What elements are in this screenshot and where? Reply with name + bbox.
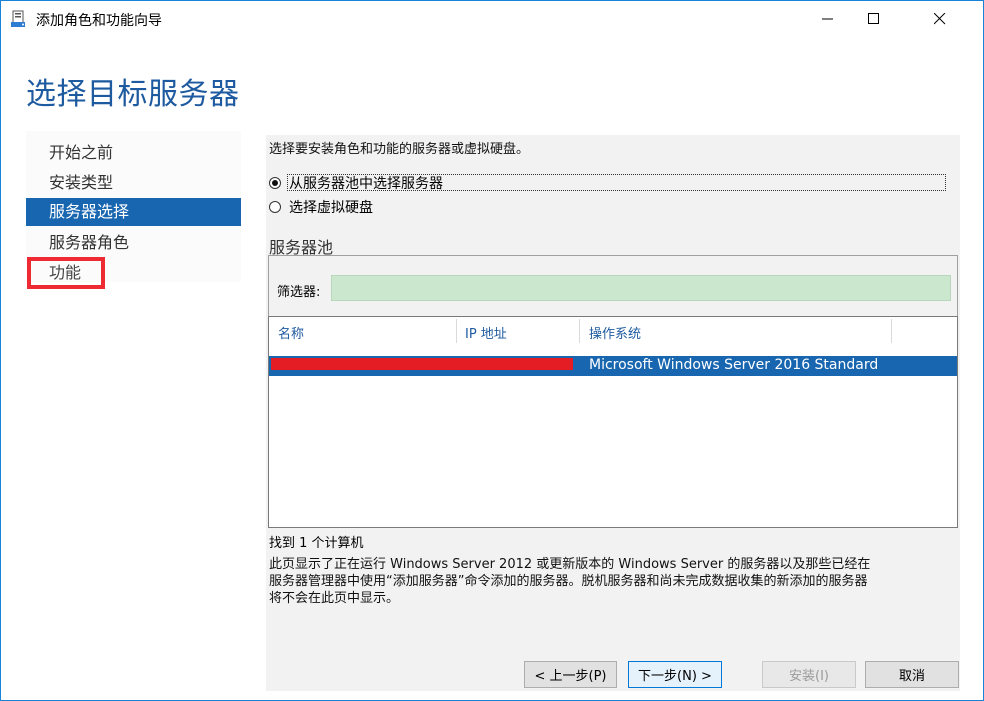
note-line: 将不会在此页中显示。 [269, 591, 400, 606]
radio-server-pool-label[interactable]: 从服务器池中选择服务器 [289, 173, 443, 193]
radio-unchecked-icon[interactable] [269, 201, 281, 213]
install-button[interactable]: 安装(I) [762, 661, 856, 688]
nav-item-server-roles[interactable]: 服务器角色 [26, 229, 241, 257]
column-header-name[interactable]: 名称 [278, 323, 304, 342]
cancel-button[interactable]: 取消 [865, 661, 959, 688]
column-separator[interactable] [456, 319, 457, 343]
radio-vhd[interactable]: 选择虚拟硬盘 [269, 197, 373, 217]
close-button[interactable] [917, 1, 963, 37]
title-bar[interactable]: 添加角色和功能向导 [1, 1, 983, 37]
next-button[interactable]: 下一步(N) > [628, 661, 722, 688]
redaction-mark [271, 358, 573, 370]
column-separator[interactable] [579, 319, 580, 343]
server-wizard-icon [11, 10, 25, 27]
filter-input[interactable] [331, 275, 951, 301]
close-icon [934, 13, 946, 25]
column-header-os[interactable]: 操作系统 [589, 323, 641, 342]
previous-button[interactable]: < 上一步(P) [524, 661, 617, 688]
note-line: 此页显示了正在运行 Windows Server 2012 或更新版本的 Win… [269, 557, 871, 572]
nav-item-server-selection[interactable]: 服务器选择 [26, 198, 241, 226]
wizard-window: 添加角色和功能向导 选择目标服务器 开始之前 安装类型 服务器选择 服务器角色 … [0, 0, 984, 701]
radio-vhd-label[interactable]: 选择虚拟硬盘 [289, 197, 373, 217]
maximize-icon [868, 13, 879, 24]
filter-label: 筛选器: [277, 285, 321, 300]
found-count: 找到 1 个计算机 [269, 536, 364, 551]
window-title: 添加角色和功能向导 [36, 13, 162, 29]
info-note: 此页显示了正在运行 Windows Server 2012 或更新版本的 Win… [269, 556, 959, 607]
note-line: 服务器管理器中使用“添加服务器”命令添加的服务器。脱机服务器和尚未完成数据收集的… [269, 574, 868, 589]
intro-text: 选择要安装角色和功能的服务器或虚拟硬盘。 [269, 142, 530, 157]
radio-checked-icon[interactable] [269, 177, 281, 189]
row-os-cell[interactable]: Microsoft Windows Server 2016 Standard [589, 357, 878, 373]
page-title: 选择目标服务器 [26, 77, 240, 112]
server-grid[interactable] [268, 316, 958, 528]
highlight-box [27, 257, 105, 289]
nav-item-before-you-begin[interactable]: 开始之前 [26, 139, 241, 167]
minimize-button[interactable] [805, 1, 851, 37]
minimize-icon [822, 18, 833, 20]
column-separator[interactable] [891, 319, 892, 343]
maximize-button[interactable] [851, 1, 897, 37]
radio-server-pool[interactable]: 从服务器池中选择服务器 [269, 173, 443, 193]
nav-item-installation-type[interactable]: 安装类型 [26, 169, 241, 197]
column-header-ip[interactable]: IP 地址 [465, 323, 507, 342]
